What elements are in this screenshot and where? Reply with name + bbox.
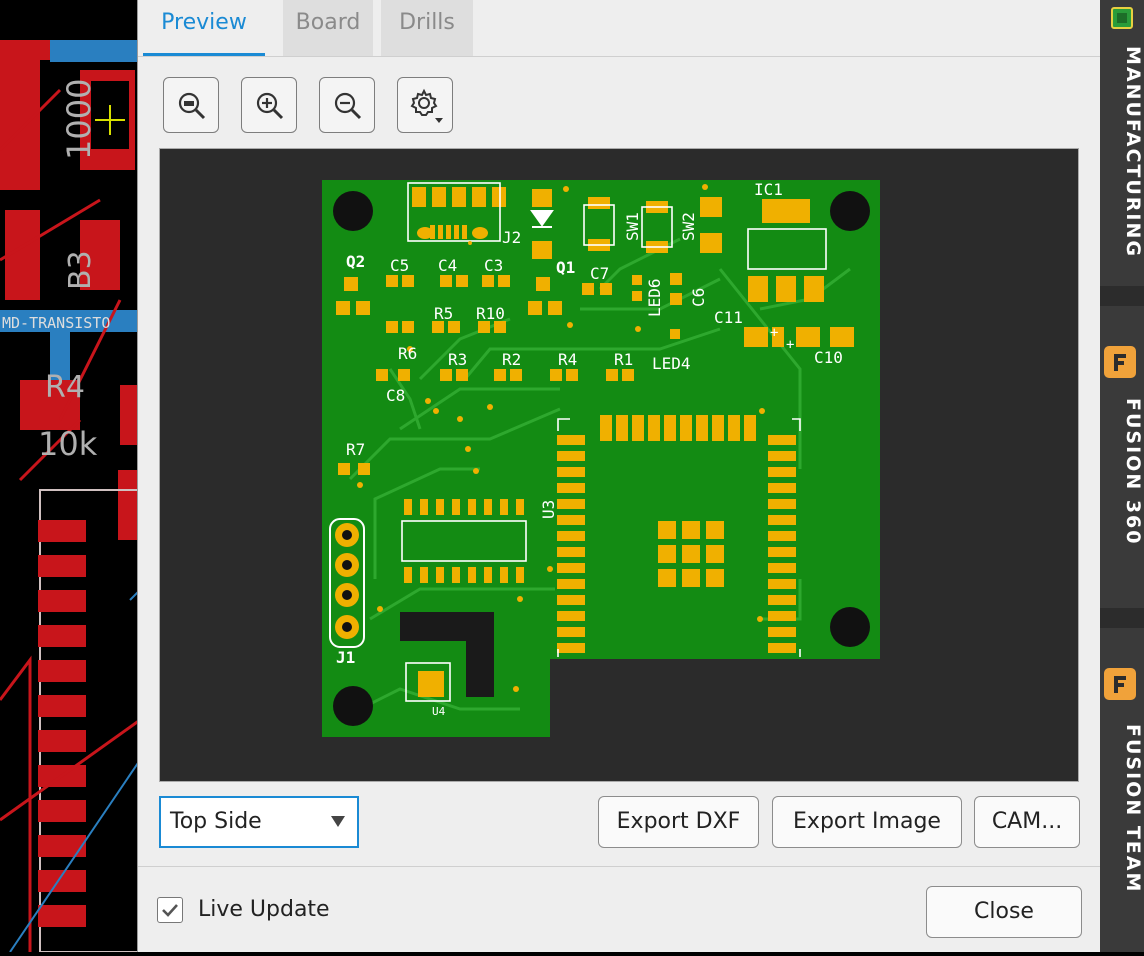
tab-divider: [138, 56, 1101, 57]
panel-tab-manufacturing[interactable]: MANUFACTURING: [1100, 0, 1144, 286]
panel-label-fusion360: FUSION 360: [1122, 398, 1144, 546]
pcb-label-ic1: IC1: [754, 180, 783, 199]
panel-tab-fusion-team[interactable]: FUSION TEAM: [1100, 628, 1144, 952]
pcb-label-q2: Q2: [346, 252, 365, 271]
pcb-label-sw2: SW2: [679, 212, 698, 241]
dropdown-arrow-icon: [331, 816, 345, 827]
zoom-fit-button[interactable]: [163, 77, 219, 133]
zoom-in-button[interactable]: [241, 77, 297, 133]
tab-drills[interactable]: Drills: [381, 0, 473, 56]
pcb-label-j2: J2: [502, 228, 521, 247]
pcb-label-r3: R3: [448, 350, 467, 369]
export-image-button[interactable]: Export Image: [772, 796, 962, 848]
pcb-label-r1: R1: [614, 350, 633, 369]
pcb-label-plus-c11: +: [770, 325, 778, 341]
side-select-dropdown[interactable]: Top Side: [159, 796, 359, 848]
pcb-label-c5: C5: [390, 256, 409, 275]
pcb-label-j1: J1: [336, 648, 355, 667]
pcb-label-c11: C11: [714, 308, 743, 327]
fusion-team-icon: [1104, 668, 1136, 700]
pcb-label-led6: LED6: [645, 278, 664, 317]
pcb-label-u4: U4: [432, 705, 446, 718]
pcb-preview-canvas[interactable]: Q2 C5 C4 C3 J2 Q1 C7 SW1 SW2 LED6 C6 IC1…: [159, 148, 1079, 782]
zoom-fit-icon: [178, 92, 206, 120]
pcb-label-r10: R10: [476, 304, 505, 323]
live-update-checkbox[interactable]: [157, 897, 183, 923]
bg-label-10k: 10k: [38, 425, 98, 463]
pcb-label-r5: R5: [434, 304, 453, 323]
live-update-label: Live Update: [198, 897, 330, 922]
side-select-value: Top Side: [170, 809, 262, 834]
settings-button[interactable]: [397, 77, 453, 133]
zoom-in-icon: [256, 92, 284, 120]
panel-tab-fusion360[interactable]: FUSION 360: [1100, 306, 1144, 608]
pcb-label-c8: C8: [386, 386, 405, 405]
zoom-out-icon: [334, 92, 362, 120]
pcb-label-c6: C6: [689, 288, 708, 307]
pcb-label-r7: R7: [346, 440, 365, 459]
pcb-label-r2: R2: [502, 350, 521, 369]
panel-label-fusion-team: FUSION TEAM: [1122, 724, 1144, 894]
pcb-label-c3: C3: [484, 256, 503, 275]
bg-label-transistor: MD-TRANSISTO: [2, 314, 110, 332]
right-side-panel: MANUFACTURING FUSION 360 FUSION TEAM: [1100, 0, 1144, 952]
manufacturing-preview-dialog: Preview Board Drills Q2 C5 C4 C3 J2 Q1 C…: [137, 0, 1101, 952]
chip-icon: [1111, 7, 1133, 29]
close-button[interactable]: Close: [926, 886, 1082, 938]
pcb-label-plus-c10: +: [786, 337, 794, 353]
pcb-label-r4: R4: [558, 350, 577, 369]
pcb-label-c10: C10: [814, 348, 843, 367]
tab-preview[interactable]: Preview: [143, 0, 265, 56]
pcb-label-c4: C4: [438, 256, 457, 275]
pcb-label-c7: C7: [590, 264, 609, 283]
fusion-icon: [1104, 346, 1136, 378]
checkmark-icon: [162, 904, 178, 917]
export-dxf-button[interactable]: Export DXF: [598, 796, 759, 848]
pcb-label-led4: LED4: [652, 354, 691, 373]
zoom-out-button[interactable]: [319, 77, 375, 133]
pcb-label-u3: U3: [539, 500, 558, 519]
pcb-label-q1: Q1: [556, 258, 575, 277]
bg-label-1000: 1000: [60, 79, 98, 160]
cam-button[interactable]: CAM...: [974, 796, 1080, 848]
gear-icon: [410, 88, 443, 123]
pcb-label-r6: R6: [398, 344, 417, 363]
background-board-editor: 1000 B3 MD-TRANSISTO R4 10k: [0, 0, 141, 953]
bg-label-b3: B3: [63, 250, 98, 290]
pcb-label-sw1: SW1: [623, 212, 642, 241]
bg-label-r4: R4: [45, 370, 85, 405]
tab-board[interactable]: Board: [283, 0, 373, 56]
footer-divider: [138, 866, 1101, 867]
panel-label-manufacturing: MANUFACTURING: [1122, 46, 1144, 258]
